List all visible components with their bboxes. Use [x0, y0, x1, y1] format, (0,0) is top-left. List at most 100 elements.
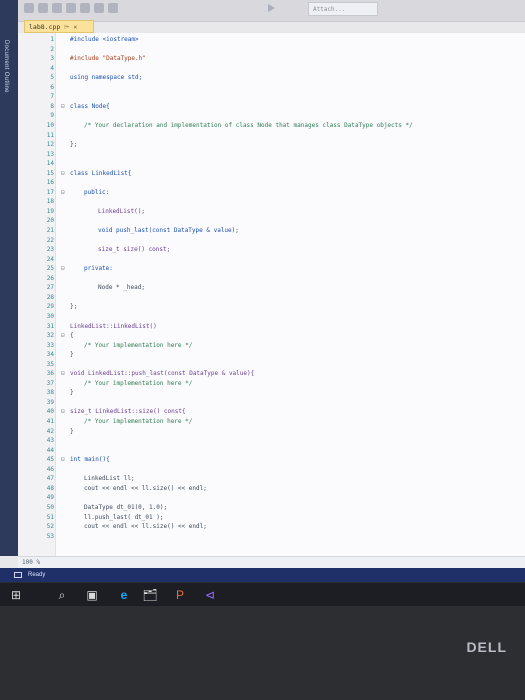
- code-line[interactable]: 45 ⊟ int main(){: [18, 455, 525, 465]
- line-number: 33: [46, 341, 54, 349]
- document-outline-panel[interactable]: Document Outline: [0, 0, 18, 556]
- fold-icon[interactable]: ⊟: [61, 455, 65, 465]
- code-line[interactable]: 38}: [18, 388, 525, 398]
- code-line[interactable]: 41 /* Your implementation here */: [18, 417, 525, 427]
- code-line[interactable]: 33 /* Your implementation here */: [18, 341, 525, 351]
- code-line[interactable]: 31 LinkedList::LinkedList(): [18, 322, 525, 332]
- search-icon[interactable]: ⌕: [54, 587, 70, 603]
- forward-icon[interactable]: [38, 3, 48, 13]
- tab-lab8-cpp[interactable]: lab8.cpp ⌲ ×: [24, 20, 94, 33]
- line-number: 18: [46, 198, 54, 206]
- code-line[interactable]: 4: [18, 64, 525, 74]
- code-line[interactable]: 12};: [18, 140, 525, 150]
- code-line[interactable]: 27 Node * _head;: [18, 283, 525, 293]
- line-number: 51: [46, 513, 54, 521]
- file-explorer-icon[interactable]: 🗂: [142, 587, 158, 603]
- visual-studio-icon[interactable]: ⊲: [202, 587, 218, 603]
- redo-icon[interactable]: [108, 3, 118, 13]
- code-line[interactable]: 29};: [18, 302, 525, 312]
- fold-icon[interactable]: ⊟: [61, 102, 65, 112]
- task-view-icon[interactable]: ▣: [84, 587, 100, 603]
- code-line[interactable]: 32 ⊟ {: [18, 331, 525, 341]
- code-line[interactable]: 37 /* Your implementation here */: [18, 379, 525, 389]
- code-line[interactable]: 30: [18, 312, 525, 322]
- code-line[interactable]: 10 /* Your declaration and implementation…: [18, 121, 525, 131]
- start-debug-icon[interactable]: [268, 4, 275, 12]
- code-line[interactable]: 13: [18, 150, 525, 160]
- code-line[interactable]: 43: [18, 436, 525, 446]
- line-number: 53: [46, 532, 54, 540]
- code-line[interactable]: 42}: [18, 427, 525, 437]
- code-line[interactable]: 24: [18, 255, 525, 265]
- code-line[interactable]: 48 cout << endl << ll.size() << endl;: [18, 484, 525, 494]
- code-line[interactable]: 44: [18, 446, 525, 456]
- code-editor[interactable]: 1 #include <iostream> 2 3 #include "DataType…: [18, 33, 525, 556]
- fold-icon[interactable]: ⊟: [61, 407, 65, 417]
- code-line[interactable]: 34}: [18, 350, 525, 360]
- code-text: ll.push_last( dt_01 );: [84, 513, 164, 521]
- code-line[interactable]: 26: [18, 274, 525, 284]
- close-icon[interactable]: ×: [73, 23, 77, 31]
- code-line[interactable]: 49: [18, 493, 525, 503]
- document-outline-label: Document Outline: [3, 40, 9, 93]
- code-line[interactable]: 52 cout << endl << ll.size() << endl;: [18, 522, 525, 532]
- line-number: 37: [46, 379, 54, 387]
- code-text: }: [70, 389, 74, 397]
- powerpoint-icon[interactable]: P: [172, 587, 188, 603]
- edge-icon[interactable]: e: [116, 587, 132, 603]
- undo-icon[interactable]: [94, 3, 104, 13]
- code-line[interactable]: 16: [18, 178, 525, 188]
- code-line[interactable]: 11: [18, 131, 525, 141]
- code-line[interactable]: 15 ⊟ class LinkedList{: [18, 169, 525, 179]
- code-line[interactable]: 7: [18, 92, 525, 102]
- code-line[interactable]: 5 using namespace std;: [18, 73, 525, 83]
- back-icon[interactable]: [24, 3, 34, 13]
- code-line[interactable]: 36 ⊟ void LinkedList::push_last(const Data…: [18, 369, 525, 379]
- line-number: 38: [46, 389, 54, 397]
- code-line[interactable]: 47 LinkedList ll;: [18, 474, 525, 484]
- start-icon[interactable]: ⊞: [8, 587, 24, 603]
- code-line[interactable]: 25 ⊟ private:: [18, 264, 525, 274]
- code-line[interactable]: 6: [18, 83, 525, 93]
- code-line[interactable]: 8 ⊟ class Node{: [18, 102, 525, 112]
- code-line[interactable]: 20: [18, 216, 525, 226]
- code-text: {: [70, 332, 74, 340]
- line-number: 21: [46, 227, 54, 234]
- dell-logo: DELL: [466, 639, 507, 655]
- code-line[interactable]: 39: [18, 398, 525, 408]
- code-line[interactable]: 51 ll.push_last( dt_01 );: [18, 513, 525, 523]
- fold-icon[interactable]: ⊟: [61, 369, 65, 379]
- fold-icon[interactable]: ⊟: [61, 264, 65, 274]
- code-line[interactable]: 14: [18, 159, 525, 169]
- code-line[interactable]: 2: [18, 45, 525, 55]
- code-line[interactable]: 22: [18, 236, 525, 246]
- line-number: 24: [46, 255, 54, 263]
- code-line[interactable]: 53: [18, 532, 525, 542]
- zoom-level[interactable]: 100 %: [18, 556, 525, 568]
- attach-field[interactable]: Attach...: [308, 2, 378, 16]
- code-line[interactable]: 19 LinkedList();: [18, 207, 525, 217]
- code-line[interactable]: 17 ⊟ public:: [18, 188, 525, 198]
- line-number: 10: [46, 121, 54, 129]
- code-line[interactable]: 46: [18, 465, 525, 475]
- code-line[interactable]: 1 #include <iostream>: [18, 35, 525, 45]
- fold-icon[interactable]: ⊟: [61, 169, 65, 179]
- line-number: 17: [46, 188, 54, 196]
- code-line[interactable]: 50 DataType dt_01(0, 1.0);: [18, 503, 525, 513]
- code-line[interactable]: 18: [18, 197, 525, 207]
- save-icon[interactable]: [80, 3, 90, 13]
- line-number: 9: [50, 112, 54, 120]
- code-text: }: [70, 351, 74, 359]
- code-line[interactable]: 3 #include "DataType.h": [18, 54, 525, 64]
- code-line[interactable]: 28: [18, 293, 525, 303]
- code-line[interactable]: 9: [18, 111, 525, 121]
- code-line[interactable]: 21 void push_last(const DataType & value)…: [18, 226, 525, 236]
- code-line[interactable]: 35: [18, 360, 525, 370]
- pin-icon[interactable]: ⌲: [64, 23, 69, 31]
- fold-icon[interactable]: ⊟: [61, 331, 65, 341]
- code-line[interactable]: 40 ⊟ size_t LinkedList::size() const{: [18, 407, 525, 417]
- new-project-icon[interactable]: [52, 3, 62, 13]
- fold-icon[interactable]: ⊟: [61, 188, 65, 198]
- open-file-icon[interactable]: [66, 3, 76, 13]
- code-line[interactable]: 23 size_t size() const;: [18, 245, 525, 255]
